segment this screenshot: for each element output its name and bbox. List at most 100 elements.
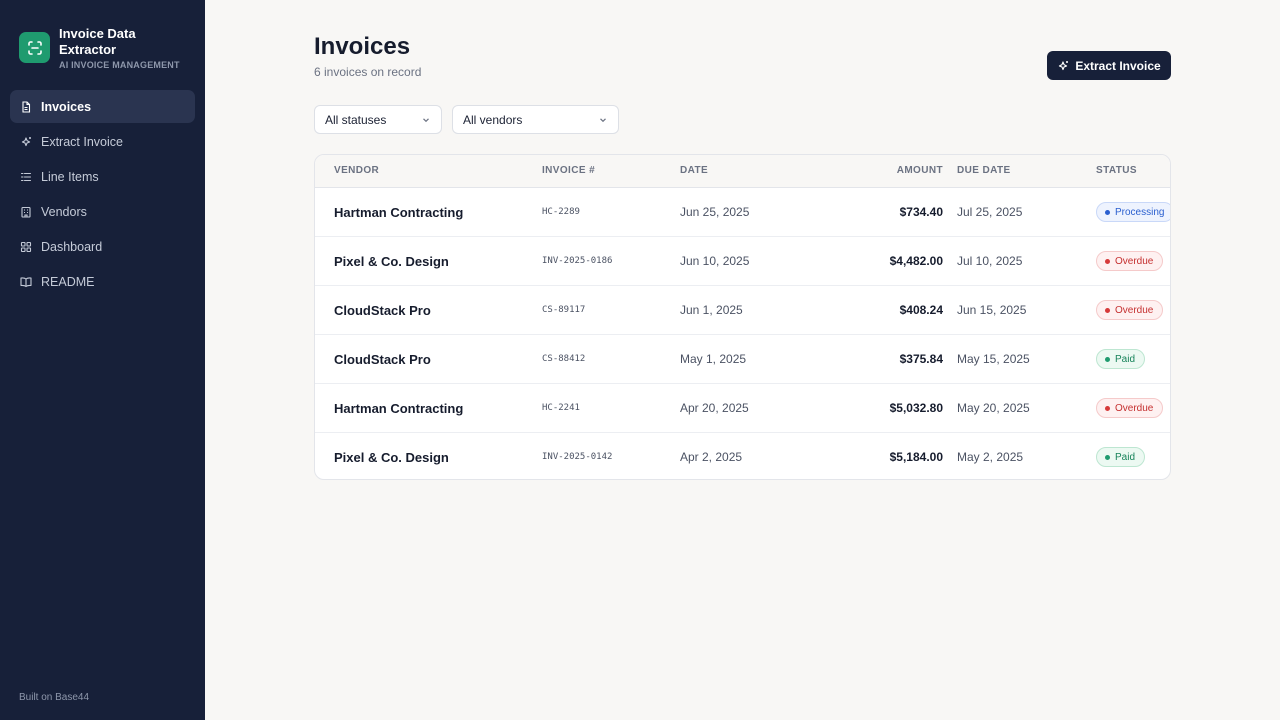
vendor-cell: Hartman Contracting <box>334 400 464 416</box>
status-badge: Overdue <box>1096 398 1164 418</box>
due-date-cell: May 2, 2025 <box>957 450 1024 464</box>
date-cell: Apr 20, 2025 <box>680 401 749 415</box>
sparkles-icon <box>1059 60 1069 70</box>
status-badge: Paid <box>1096 349 1146 369</box>
status-filter-select[interactable]: All statuses <box>314 105 442 134</box>
vendor-cell: CloudStack Pro <box>334 302 431 318</box>
table-row[interactable]: CloudStack Pro CS-89117 Jun 1, 2025 $408… <box>315 286 1170 335</box>
column-header-vendor[interactable]: VENDOR <box>334 165 379 176</box>
status-dot-icon <box>1105 258 1110 264</box>
status-cell: Paid <box>1096 335 1146 383</box>
status-badge: Overdue <box>1096 251 1164 271</box>
building-icon <box>20 206 32 218</box>
status-cell: Overdue <box>1096 237 1164 285</box>
due-date-cell: May 15, 2025 <box>957 352 1030 366</box>
table-row[interactable]: Hartman Contracting HC-2241 Apr 20, 2025… <box>315 384 1170 433</box>
status-dot-icon <box>1105 405 1110 411</box>
table-header: VENDOR INVOICE # DATE AMOUNT DUE DATE ST… <box>315 155 1170 188</box>
sidebar-item-extract-invoice[interactable]: Extract Invoice <box>10 125 195 158</box>
vendor-filter-select[interactable]: All vendors <box>452 105 619 134</box>
date-cell: May 1, 2025 <box>680 352 747 366</box>
status-cell: Overdue <box>1096 286 1164 334</box>
amount-cell: $375.84 <box>899 352 943 366</box>
amount-cell: $734.40 <box>899 205 943 219</box>
grid-icon <box>20 241 32 253</box>
sidebar-item-label: Extract Invoice <box>41 134 123 149</box>
column-header-invoice[interactable]: INVOICE # <box>542 165 595 176</box>
invoice-number-cell: HC-2241 <box>542 403 580 413</box>
status-dot-icon <box>1105 307 1110 313</box>
sidebar-item-label: Vendors <box>41 204 87 219</box>
amount-cell: $5,184.00 <box>889 450 943 464</box>
invoice-number-cell: INV-2025-0186 <box>542 256 613 266</box>
invoice-count: 6 invoices on record <box>314 65 422 79</box>
amount-cell: $408.24 <box>899 303 943 317</box>
list-icon <box>20 171 32 183</box>
app-title: Invoice Data Extractor <box>59 26 136 57</box>
app-subtitle: AI INVOICE MANAGEMENT <box>59 60 180 70</box>
status-filter-value: All statuses <box>325 112 387 127</box>
status-cell: Processing <box>1096 188 1170 236</box>
sidebar-item-line-items[interactable]: Line Items <box>10 160 195 193</box>
status-label: Processing <box>1115 206 1165 218</box>
amount-cell: $4,482.00 <box>889 254 943 268</box>
invoice-number-cell: HC-2289 <box>542 207 580 217</box>
table-row[interactable]: Pixel & Co. Design INV-2025-0186 Jun 10,… <box>315 237 1170 286</box>
column-header-status[interactable]: STATUS <box>1096 165 1137 176</box>
table-row[interactable]: Pixel & Co. Design INV-2025-0142 Apr 2, … <box>315 433 1170 479</box>
sidebar-item-label: README <box>41 274 95 289</box>
book-icon <box>20 276 32 288</box>
due-date-cell: Jun 15, 2025 <box>957 303 1027 317</box>
file-icon <box>20 100 32 113</box>
vendor-cell: Pixel & Co. Design <box>334 449 449 465</box>
chevron-down-icon <box>600 117 606 122</box>
sidebar-item-label: Line Items <box>41 169 99 184</box>
status-cell: Overdue <box>1096 384 1164 432</box>
status-cell: Paid <box>1096 433 1146 479</box>
chevron-down-icon <box>423 117 429 122</box>
status-label: Overdue <box>1115 255 1154 267</box>
status-dot-icon <box>1105 356 1110 362</box>
amount-cell: $5,032.80 <box>889 401 943 415</box>
status-label: Overdue <box>1115 402 1154 414</box>
vendor-cell: Hartman Contracting <box>334 204 464 220</box>
column-header-due-date[interactable]: DUE DATE <box>957 165 1011 176</box>
page-title: Invoices <box>314 33 411 60</box>
sidebar-nav: Invoices Extract Invoice Line Items Vend… <box>10 90 195 300</box>
due-date-cell: Jul 25, 2025 <box>957 205 1023 219</box>
brand[interactable]: Invoice Data Extractor AI INVOICE MANAGE… <box>19 26 180 70</box>
vendor-cell: CloudStack Pro <box>334 351 431 367</box>
column-header-date[interactable]: DATE <box>680 165 708 176</box>
sidebar-item-label: Dashboard <box>41 239 103 254</box>
sidebar-item-dashboard[interactable]: Dashboard <box>10 230 195 263</box>
built-on-note: Built on Base44 <box>19 692 90 703</box>
sidebar-item-readme[interactable]: README <box>10 265 195 298</box>
date-cell: Jun 25, 2025 <box>680 205 750 219</box>
sidebar-item-invoices[interactable]: Invoices <box>10 90 195 123</box>
extract-invoice-button[interactable]: Extract Invoice <box>1047 51 1171 80</box>
date-cell: Jun 10, 2025 <box>680 254 750 268</box>
status-label: Overdue <box>1115 304 1154 316</box>
sidebar: Invoice Data Extractor AI INVOICE MANAGE… <box>0 0 205 720</box>
column-header-amount[interactable]: AMOUNT <box>897 165 943 176</box>
invoice-number-cell: CS-89117 <box>542 305 586 315</box>
status-badge: Processing <box>1096 202 1170 222</box>
sidebar-item-vendors[interactable]: Vendors <box>10 195 195 228</box>
status-badge: Paid <box>1096 447 1146 467</box>
status-label: Paid <box>1115 353 1136 365</box>
status-label: Paid <box>1115 451 1136 463</box>
date-cell: Apr 2, 2025 <box>680 450 743 464</box>
vendor-filter-value: All vendors <box>463 112 523 127</box>
table-row[interactable]: Hartman Contracting HC-2289 Jun 25, 2025… <box>315 188 1170 237</box>
vendor-cell: Pixel & Co. Design <box>334 253 449 269</box>
status-badge: Overdue <box>1096 300 1164 320</box>
invoices-table: VENDOR INVOICE # DATE AMOUNT DUE DATE ST… <box>314 154 1171 480</box>
status-dot-icon <box>1105 454 1110 460</box>
extract-invoice-label: Extract Invoice <box>1075 58 1161 73</box>
invoice-number-cell: INV-2025-0142 <box>542 452 613 462</box>
invoice-number-cell: CS-88412 <box>542 354 586 364</box>
due-date-cell: May 20, 2025 <box>957 401 1030 415</box>
table-row[interactable]: CloudStack Pro CS-88412 May 1, 2025 $375… <box>315 335 1170 384</box>
sparkles-icon <box>20 136 32 148</box>
filters: All statuses All vendors <box>314 105 629 134</box>
